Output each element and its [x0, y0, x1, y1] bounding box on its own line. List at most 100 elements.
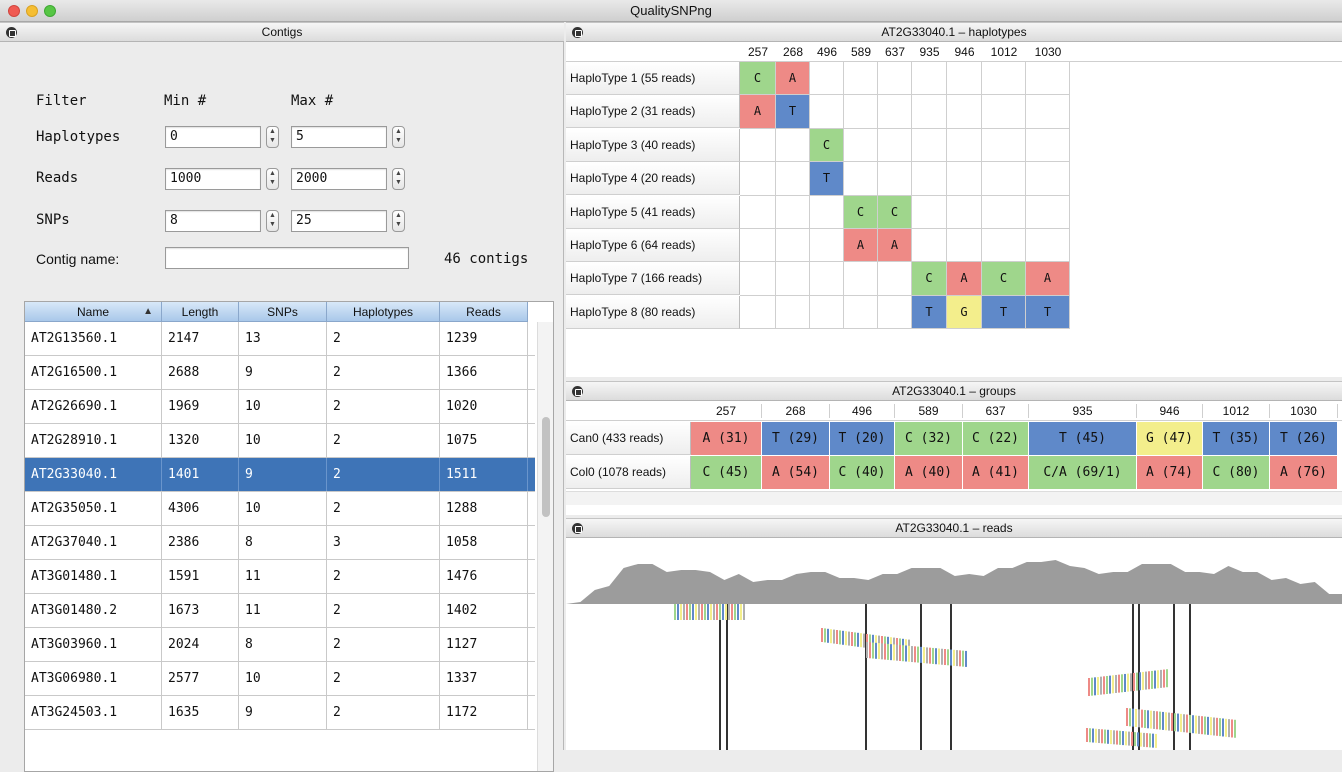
- window-title: QualitySNPng: [630, 3, 712, 18]
- table-row[interactable]: AT2G28910.1 1320 10 2 1075: [25, 424, 535, 458]
- column-header-name[interactable]: Name ▲: [25, 302, 162, 322]
- read-segment: [716, 604, 718, 620]
- group-base-cell: A (31): [691, 422, 762, 455]
- table-row[interactable]: AT3G01480.1 1591 11 2 1476: [25, 560, 535, 594]
- max-header: Max #: [291, 93, 334, 109]
- panel-detach-icon[interactable]: [572, 523, 583, 534]
- empty-cell: [776, 162, 810, 196]
- column-header-snps[interactable]: SNPs: [239, 302, 327, 322]
- snps-max-input[interactable]: 25: [291, 210, 387, 232]
- minimize-window-button[interactable]: [26, 5, 38, 17]
- scrollbar-thumb[interactable]: [542, 417, 550, 517]
- read-segment: [1135, 708, 1137, 727]
- column-header-reads[interactable]: Reads: [440, 302, 528, 322]
- table-row[interactable]: AT3G01480.2 1673 11 2 1402: [25, 594, 535, 628]
- position-header: 257: [691, 404, 762, 418]
- table-cell: 3: [327, 526, 440, 559]
- read-segment: [1088, 678, 1090, 696]
- haplotypes-filter-label: Haplotypes: [36, 129, 121, 145]
- read-segment: [1192, 715, 1194, 734]
- read-segment: [1104, 729, 1106, 744]
- base-cell: C: [810, 128, 844, 163]
- reads-max-input[interactable]: 2000: [291, 168, 387, 190]
- empty-cell: [982, 128, 1026, 163]
- read-segment: [1103, 676, 1105, 695]
- read-segment: [1186, 714, 1188, 733]
- empty-cell: [912, 195, 947, 229]
- read-segment: [965, 650, 967, 667]
- base-cell: T: [982, 295, 1026, 330]
- panel-detach-icon[interactable]: [6, 27, 17, 38]
- groups-horizontal-scrollbar[interactable]: [566, 491, 1342, 505]
- contig-name-input[interactable]: [165, 247, 409, 269]
- base-cell: C: [912, 262, 947, 296]
- read-segment: [1138, 709, 1140, 728]
- table-row[interactable]: AT2G37040.1 2386 8 3 1058: [25, 526, 535, 560]
- haplotypes-min-input[interactable]: 0: [165, 126, 261, 148]
- haplotype-label: HaploType 8 (80 reads): [566, 295, 740, 329]
- read-segment: [842, 630, 844, 645]
- table-scrollbar[interactable]: [537, 322, 553, 771]
- table-row[interactable]: AT2G13560.1 2147 13 2 1239: [25, 322, 535, 356]
- read-segment: [1091, 677, 1093, 696]
- panel-detach-icon[interactable]: [572, 386, 583, 397]
- empty-cell: [844, 162, 878, 196]
- table-cell: 11: [239, 594, 327, 627]
- read-segment: [1137, 732, 1139, 747]
- read-segment: [1157, 670, 1159, 689]
- contigs-panel-header: Contigs: [0, 22, 564, 42]
- read-segment: [725, 604, 727, 620]
- read-segment: [734, 604, 736, 620]
- read-segment: [1150, 710, 1152, 729]
- table-row[interactable]: AT2G35050.1 4306 10 2 1288: [25, 492, 535, 526]
- group-base-cell: G (47): [1137, 422, 1203, 455]
- read-segment: [710, 604, 712, 620]
- column-header-length[interactable]: Length: [162, 302, 239, 322]
- haplotypes-max-stepper[interactable]: ▲ ▼: [392, 126, 405, 148]
- panel-detach-icon[interactable]: [572, 27, 583, 38]
- read-segment: [953, 649, 955, 666]
- empty-cell: [740, 262, 776, 296]
- reads-panel-title: AT2G33040.1 – reads: [895, 521, 1013, 535]
- table-row[interactable]: AT3G24503.1 1635 9 2 1172: [25, 696, 535, 730]
- read-segment: [728, 604, 730, 620]
- read-segment: [1183, 714, 1185, 733]
- read-segment: [1110, 730, 1112, 745]
- table-row[interactable]: AT2G16500.1 2688 9 2 1366: [25, 356, 535, 390]
- group-base-cell: C (22): [963, 422, 1029, 455]
- reads-min-input[interactable]: 1000: [165, 168, 261, 190]
- read-segment: [866, 642, 868, 658]
- read-segment: [1143, 732, 1145, 747]
- table-cell: 1673: [162, 594, 239, 627]
- haplotypes-max-input[interactable]: 5: [291, 126, 387, 148]
- snps-min-input[interactable]: 8: [165, 210, 261, 232]
- empty-cell: [982, 62, 1026, 96]
- base-cell: A: [844, 229, 878, 263]
- column-header-haplotypes[interactable]: Haplotypes: [327, 302, 440, 322]
- contigs-panel-title: Contigs: [261, 25, 303, 39]
- read-segment: [722, 604, 724, 620]
- snps-min-stepper[interactable]: ▲ ▼: [266, 210, 279, 232]
- table-row[interactable]: AT2G26690.1 1969 10 2 1020: [25, 390, 535, 424]
- read-segment: [962, 650, 964, 667]
- reads-alignment-view[interactable]: [566, 538, 1342, 750]
- snps-max-stepper[interactable]: ▲ ▼: [392, 210, 405, 232]
- read-segment: [1147, 710, 1149, 729]
- table-row[interactable]: AT3G03960.1 2024 8 2 1127: [25, 628, 535, 662]
- empty-cell: [810, 295, 844, 330]
- table-cell: 1969: [162, 390, 239, 423]
- table-row[interactable]: AT2G33040.1 1401 9 2 1511: [25, 458, 535, 492]
- read-segment: [1171, 712, 1173, 731]
- table-row[interactable]: AT3G06980.1 2577 10 2 1337: [25, 662, 535, 696]
- haplotypes-min-stepper[interactable]: ▲ ▼: [266, 126, 279, 148]
- read-segment: [1086, 728, 1088, 742]
- empty-cell: [878, 262, 912, 296]
- zoom-window-button[interactable]: [44, 5, 56, 17]
- close-window-button[interactable]: [8, 5, 20, 17]
- read-segment: [1165, 712, 1167, 731]
- read-segment: [941, 648, 943, 665]
- read-segment: [932, 647, 934, 664]
- position-header: 268: [762, 404, 830, 418]
- reads-max-stepper[interactable]: ▲ ▼: [392, 168, 405, 190]
- reads-min-stepper[interactable]: ▲ ▼: [266, 168, 279, 190]
